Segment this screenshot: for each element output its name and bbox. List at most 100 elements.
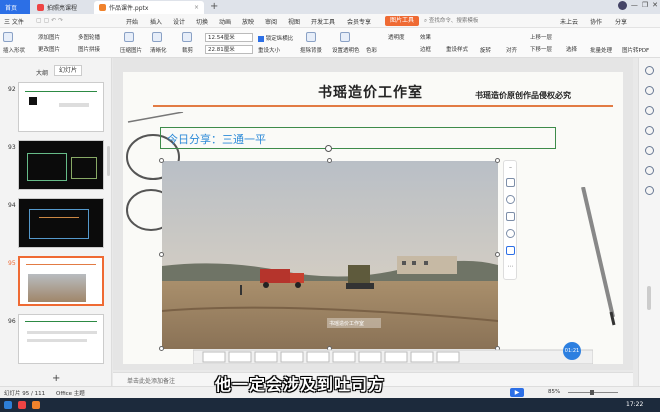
menu-devtools[interactable]: 开发工具	[311, 17, 335, 26]
collab-button[interactable]: 协作	[590, 17, 602, 26]
side-tool-icon[interactable]	[645, 106, 654, 115]
compress-button[interactable]: 压缩图片	[120, 46, 142, 54]
resize-handle[interactable]	[159, 346, 164, 351]
close-icon[interactable]: ×	[194, 4, 199, 11]
menu-view[interactable]: 视图	[288, 17, 300, 26]
side-tool-icon[interactable]	[645, 146, 654, 155]
to-pdf-button[interactable]: 图片转PDF	[622, 46, 649, 54]
replace-picture-button[interactable]: 更改图片	[38, 45, 60, 53]
slide-count: 幻灯片 95 / 111	[4, 391, 46, 397]
up-layer-button[interactable]: 上移一层	[530, 33, 552, 41]
resize-handle[interactable]	[159, 158, 164, 163]
clarity-icon[interactable]	[152, 32, 162, 42]
side-tool-icon[interactable]	[645, 126, 654, 135]
color-button[interactable]: 色彩	[366, 46, 377, 54]
menu-file[interactable]: 三 文件	[4, 17, 24, 26]
app-icon[interactable]	[18, 401, 26, 409]
slides-tab[interactable]: 幻灯片	[54, 65, 82, 76]
rotate-handle[interactable]	[325, 145, 332, 152]
zoom-icon[interactable]	[506, 195, 515, 204]
menu-transition[interactable]: 切换	[196, 17, 208, 26]
batch-button[interactable]: 批量处理	[590, 46, 612, 54]
set-transparent-button[interactable]: 设置透明色	[332, 46, 360, 54]
crop-icon[interactable]	[506, 212, 515, 221]
zoom-level[interactable]: 85%	[548, 389, 560, 395]
tab-picture-tools[interactable]: 图片工具	[385, 16, 419, 26]
pin-icon[interactable]	[506, 229, 515, 238]
menu-slideshow[interactable]: 放映	[242, 17, 254, 26]
add-picture-button[interactable]: 添加图片	[38, 33, 60, 41]
minimize-icon[interactable]: —	[631, 1, 638, 10]
tab-ppt[interactable]: 作品课件.pptx ×	[94, 1, 204, 14]
side-tool-icon[interactable]	[645, 66, 654, 75]
slide-thumb-94[interactable]	[18, 198, 104, 248]
add-slide-button[interactable]: +	[52, 373, 60, 384]
lock-ratio-checkbox[interactable]: 锁定纵横比	[258, 34, 293, 42]
width-field[interactable]: 22.81厘米	[205, 45, 253, 54]
picture-icon[interactable]	[506, 246, 515, 255]
share-button[interactable]: 分享	[615, 17, 627, 26]
menu-design[interactable]: 设计	[173, 17, 185, 26]
down-layer-button[interactable]: 下移一层	[530, 45, 552, 53]
app-icon[interactable]	[32, 401, 40, 409]
side-tool-icon[interactable]	[645, 86, 654, 95]
side-tool-icon[interactable]	[645, 166, 654, 175]
insert-shape-icon[interactable]	[3, 32, 13, 42]
resize-handle[interactable]	[495, 252, 500, 257]
rotate-button[interactable]: 旋转	[480, 46, 491, 54]
timer-badge[interactable]: 01:21	[563, 342, 581, 360]
cloud-status[interactable]: 未上云	[560, 17, 578, 26]
compress-icon[interactable]	[124, 32, 134, 42]
border-button[interactable]: 边框	[420, 45, 431, 53]
resize-handle[interactable]	[159, 252, 164, 257]
remove-bg-icon[interactable]	[306, 32, 316, 42]
resize-handle[interactable]	[327, 158, 332, 163]
menu-review[interactable]: 审阅	[265, 17, 277, 26]
effect-button[interactable]: 效果	[420, 33, 431, 41]
collapse-icon[interactable]: –	[506, 164, 515, 173]
menu-home[interactable]: 开始	[126, 17, 138, 26]
transparency-button[interactable]: 透明度	[388, 33, 405, 41]
slide-thumb-95[interactable]	[18, 256, 104, 306]
transparent-color-icon[interactable]	[340, 32, 350, 42]
avatar[interactable]	[617, 1, 627, 10]
side-tool-icon[interactable]	[645, 186, 654, 195]
clarity-button[interactable]: 清晰化	[150, 46, 167, 54]
slide-thumb-96[interactable]	[18, 314, 104, 364]
insert-shape-button[interactable]: 插入形状	[3, 46, 25, 54]
menu-insert[interactable]: 插入	[150, 17, 162, 26]
reset-size-button[interactable]: 重设大小	[258, 46, 280, 54]
crop-icon[interactable]	[182, 32, 192, 42]
keyboard-decoration	[193, 349, 593, 364]
outline-tab[interactable]: 大纲	[36, 68, 48, 77]
play-icon[interactable]: ▶	[510, 388, 524, 397]
more-icon[interactable]: ⋯	[506, 263, 515, 272]
layers-icon[interactable]	[506, 178, 515, 187]
resize-handle[interactable]	[495, 158, 500, 163]
quick-access-icons[interactable]: ▢ ▢ ↶ ↷	[36, 17, 63, 24]
pen-decoration	[581, 187, 616, 326]
side-scrollbar[interactable]	[647, 286, 651, 310]
align-button[interactable]: 对齐	[506, 46, 517, 54]
tab-home[interactable]: 首页	[0, 0, 30, 14]
panel-scrollbar[interactable]	[107, 146, 110, 176]
close-window-icon[interactable]: ✕	[652, 1, 658, 10]
remove-bg-button[interactable]: 抠除背景	[300, 46, 322, 54]
search-input[interactable]: ⌕ 查找命令、搜索模板	[424, 16, 504, 26]
slide[interactable]: 书瑶造价工作室 书瑶造价原创作品侵权必究 今日分享：三通一平 书瑶造价工作室 0…	[123, 72, 623, 364]
tab-pdf[interactable]: 拍照亮课程	[32, 1, 92, 14]
zoom-slider-thumb[interactable]	[590, 390, 594, 395]
maximize-icon[interactable]: ❐	[642, 1, 648, 10]
menu-member[interactable]: 会员专享	[347, 17, 371, 26]
menu-animation[interactable]: 动画	[219, 17, 231, 26]
slide-thumb-93[interactable]	[18, 140, 104, 190]
height-field[interactable]: 12.54厘米	[205, 33, 253, 42]
reset-style-button[interactable]: 重设样式	[446, 45, 468, 53]
multi-layout-button[interactable]: 多图轮播	[78, 33, 100, 41]
slide-thumb-92[interactable]	[18, 82, 104, 132]
crop-button[interactable]: 裁剪	[182, 46, 193, 54]
start-icon[interactable]	[4, 401, 12, 409]
new-tab-button[interactable]: +	[210, 1, 218, 12]
picture-split-button[interactable]: 图片拼接	[78, 45, 100, 53]
select-button[interactable]: 选择	[566, 45, 577, 53]
